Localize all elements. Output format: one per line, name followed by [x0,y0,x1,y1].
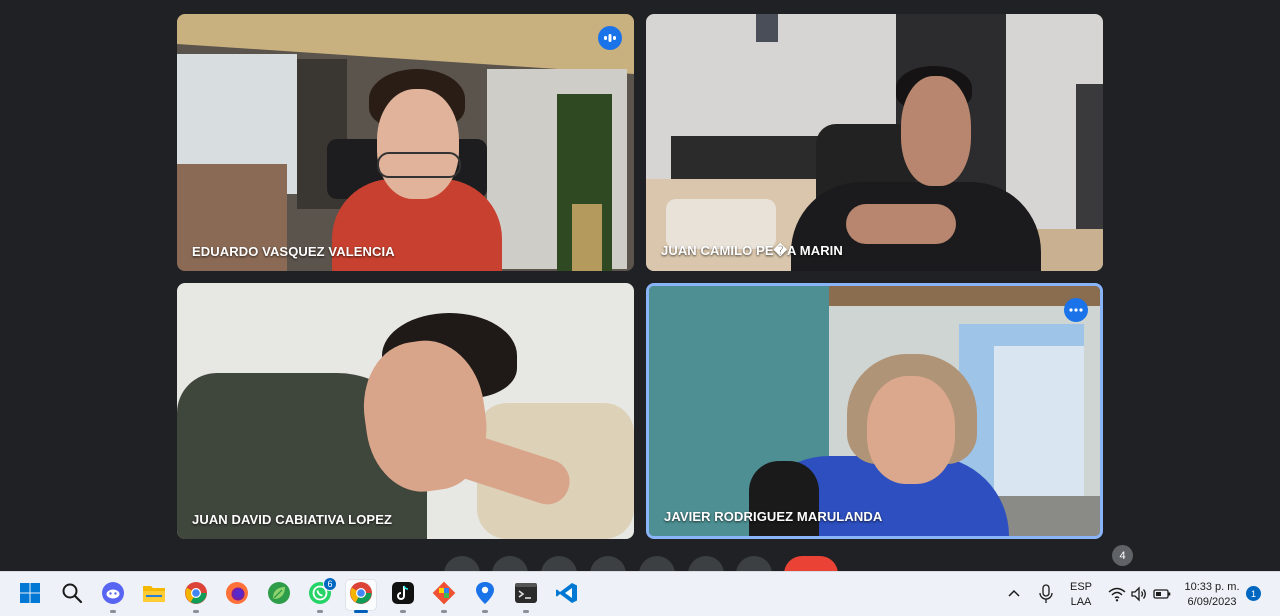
video-feed [646,14,1103,271]
git-icon [432,581,456,610]
running-indicator [441,610,447,613]
wifi-icon[interactable] [1108,586,1126,607]
running-indicator [110,610,116,613]
taskbar-app-git[interactable] [429,580,459,613]
taskbar-app-whatsapp[interactable]: 6 [305,577,337,613]
running-indicator [400,610,406,613]
participant-tile-eduardo[interactable]: EDUARDO VASQUEZ VALENCIA [177,14,634,271]
chrome-icon [349,581,373,610]
firefox-icon [225,581,249,610]
running-indicator [354,610,368,613]
taskbar-app-vscode[interactable] [552,580,582,610]
terminal-icon [514,582,538,609]
maps-pin-icon [474,581,496,610]
leaf-app-icon [267,581,291,610]
taskbar-app-firefox[interactable] [222,580,252,610]
keyboard-layout: LAA [1070,596,1092,608]
participant-name: EDUARDO VASQUEZ VALENCIA [192,244,395,259]
video-feed [177,283,634,539]
language-code: ESP [1069,581,1092,593]
file-explorer-icon [142,582,166,609]
taskbar-app-chrome-active[interactable] [346,580,376,613]
battery-icon[interactable] [1153,587,1171,606]
search-button[interactable] [57,580,87,610]
participant-tile-juan-camilo[interactable]: JUAN CAMILO PE�A MARIN [646,14,1103,271]
video-feed [177,14,634,271]
volume-icon[interactable] [1130,586,1148,607]
unread-count-badge: 6 [323,577,337,591]
taskbar-app-tiktok[interactable] [388,580,418,613]
running-indicator [317,610,323,613]
notification-count-badge[interactable]: 1 [1246,586,1261,601]
taskbar-app-maps[interactable] [470,580,500,613]
speaking-indicator-icon [598,26,622,50]
video-feed [649,286,1100,536]
participant-name: JAVIER RODRIGUEZ MARULANDA [664,509,883,524]
clock[interactable]: 10:33 p. m. 6/09/2023 [1178,580,1246,610]
people-count-badge: 4 [1112,545,1133,566]
discord-icon [101,581,125,610]
vscode-icon [555,581,579,610]
participant-name: JUAN CAMILO PE�A MARIN [661,243,843,258]
more-options-icon[interactable] [1064,298,1088,322]
participant-name: JUAN DAVID CABIATIVA LOPEZ [192,512,393,527]
clock-time: 10:33 p. m. [1184,581,1240,593]
input-language-indicator[interactable]: ESP LAA [1066,580,1096,610]
search-icon [61,582,83,609]
taskbar-app-file-explorer[interactable] [139,580,169,610]
tiktok-icon [391,581,415,610]
taskbar-app-leaf[interactable] [264,580,294,610]
meet-window: EDUARDO VASQUEZ VALENCIA JUAN CAMILO PE�… [0,0,1280,616]
start-icon [19,582,41,609]
chrome-icon [184,581,208,610]
taskbar-app-discord[interactable] [98,580,128,613]
taskbar: 6 ESP LAA 10:33 p. m. 6/09/2023 [0,571,1280,616]
running-indicator [523,610,529,613]
participant-tile-juan-david[interactable]: JUAN DAVID CABIATIVA LOPEZ [177,283,634,539]
microphone-in-use-icon[interactable] [1038,584,1054,609]
clock-date: 6/09/2023 [1187,596,1237,608]
running-indicator [193,610,199,613]
participant-tile-javier[interactable]: JAVIER RODRIGUEZ MARULANDA [646,283,1103,539]
taskbar-app-chrome[interactable] [181,580,211,613]
show-hidden-icons-chevron-icon[interactable] [1006,586,1022,607]
taskbar-app-terminal[interactable] [511,580,541,613]
running-indicator [482,610,488,613]
start-button[interactable] [15,580,45,610]
